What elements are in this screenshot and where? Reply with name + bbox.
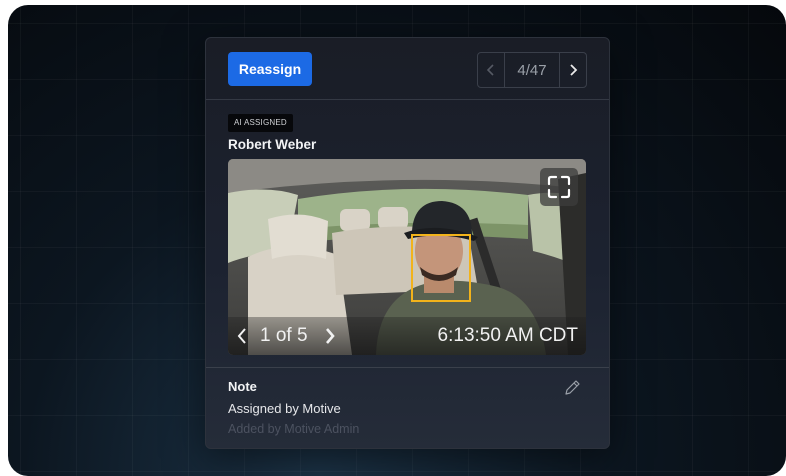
note-section: Note Assigned by Motive Added by Motive …	[206, 367, 609, 448]
video-controls: 1 of 5 6:13:50 AM CDT	[228, 317, 586, 355]
pager-prev-button[interactable]	[478, 53, 504, 87]
fullscreen-button[interactable]	[540, 168, 578, 206]
ai-assigned-badge: AI ASSIGNED	[228, 114, 293, 132]
video-player[interactable]: 1 of 5 6:13:50 AM CDT	[228, 159, 586, 355]
fullscreen-icon	[547, 175, 571, 199]
event-card: Reassign 4/47 AI ASSIGNED Robert Weber 1…	[205, 37, 610, 449]
chevron-right-icon	[326, 328, 335, 344]
note-title: Note	[228, 379, 257, 394]
pager-next-button[interactable]	[560, 53, 586, 87]
pager-count: 4/47	[504, 53, 560, 87]
video-prev-button[interactable]	[236, 327, 248, 351]
edit-note-button[interactable]	[562, 378, 582, 398]
card-header: Reassign 4/47	[206, 38, 609, 100]
pencil-icon	[565, 380, 580, 395]
note-author: Added by Motive Admin	[228, 422, 360, 436]
video-timestamp: 6:13:50 AM CDT	[437, 325, 578, 346]
reassign-button[interactable]: Reassign	[228, 52, 312, 86]
note-text: Assigned by Motive	[228, 401, 341, 416]
driver-name: Robert Weber	[228, 137, 317, 152]
video-counter: 1 of 5	[260, 325, 308, 346]
background-frame: Reassign 4/47 AI ASSIGNED Robert Weber 1…	[8, 5, 786, 476]
chevron-right-icon	[570, 64, 578, 76]
video-next-button[interactable]	[324, 327, 336, 351]
pager: 4/47	[477, 52, 587, 88]
chevron-left-icon	[237, 328, 246, 344]
chevron-left-icon	[486, 64, 494, 76]
